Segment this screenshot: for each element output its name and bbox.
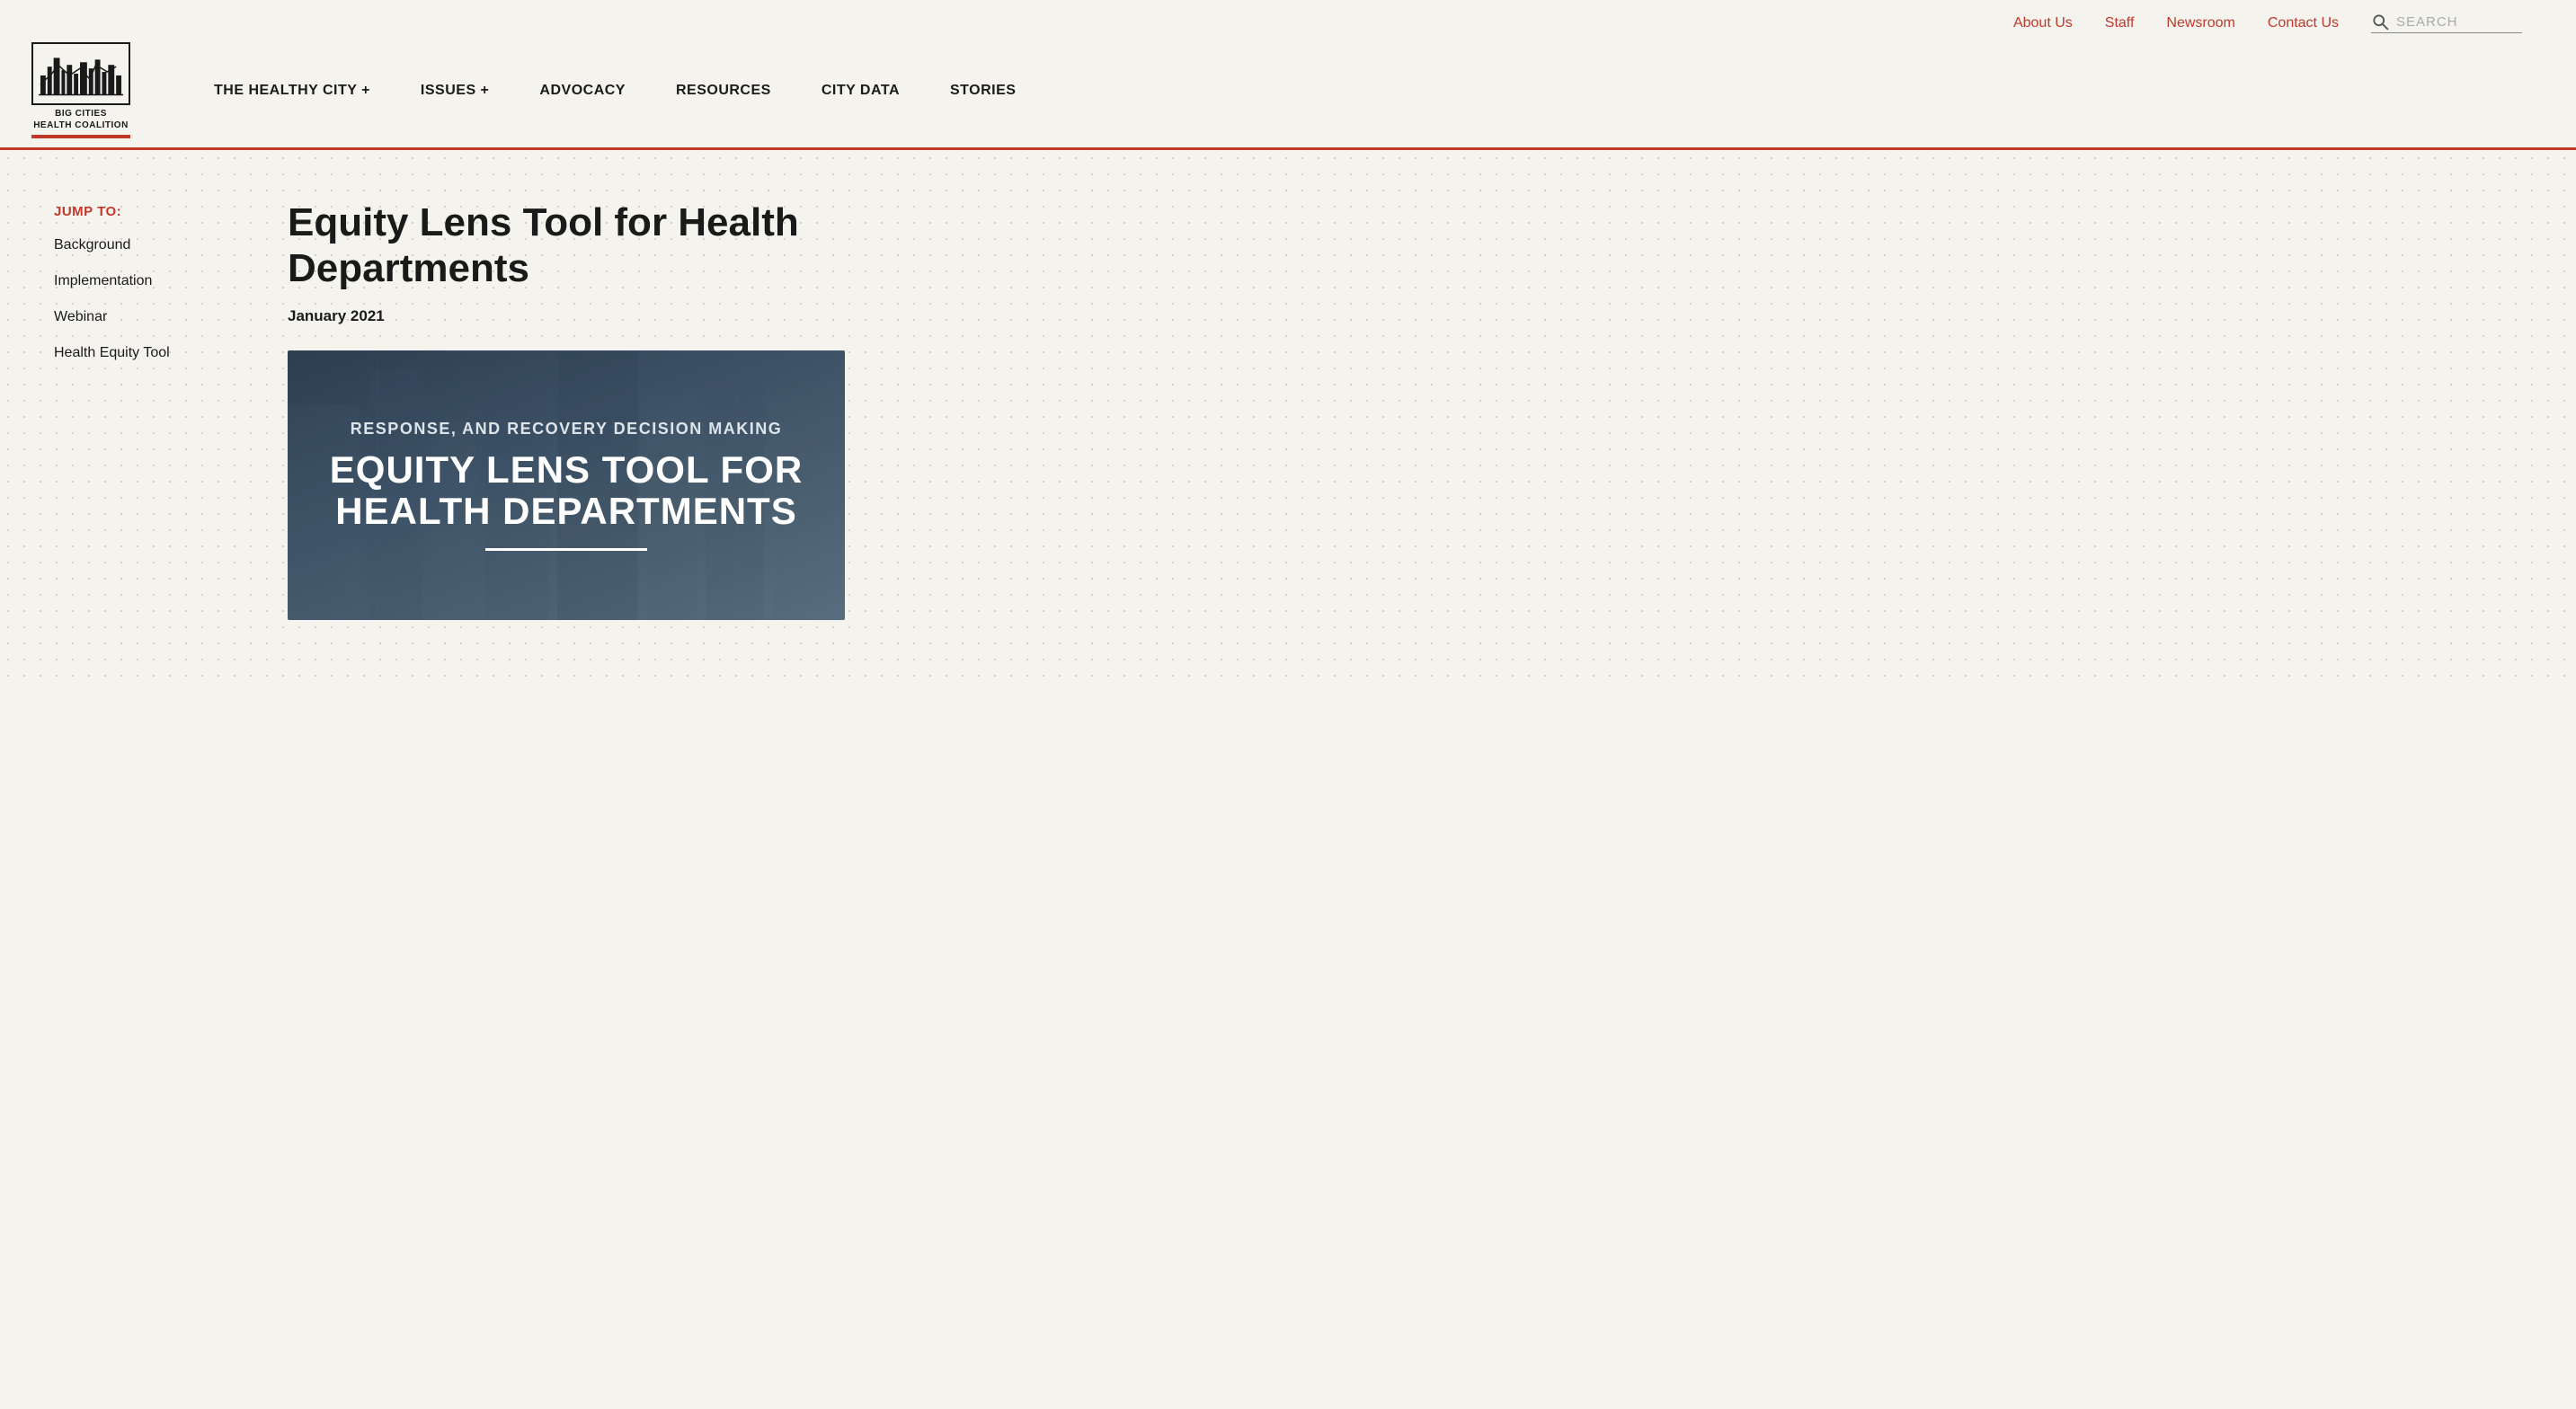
header-main: BIG CITIES HEALTH COALITION THE HEALTHY … [0,42,2576,138]
staff-link[interactable]: Staff [2105,15,2135,31]
search-icon [2371,13,2389,31]
logo-svg [39,49,123,99]
contact-us-link[interactable]: Contact Us [2268,15,2339,31]
image-card-subtitle: RESPONSE, AND RECOVERY DECISION MAKING [333,420,800,439]
top-nav: About Us Staff Newsroom Contact Us [0,0,2576,42]
nav-stories[interactable]: STORIES [925,58,1041,124]
sidebar-link-health-equity-tool[interactable]: Health Equity Tool [54,345,234,361]
content-area: JUMP TO: Background Implementation Webin… [0,150,2576,689]
nav-issues[interactable]: ISSUES [395,58,514,124]
logo-area: BIG CITIES HEALTH COALITION [27,42,135,138]
jump-to-label: JUMP TO: [54,204,234,219]
image-card-line [485,548,647,551]
image-card-title: EQUITY LENS TOOL FOR HEALTH DEPARTMENTS [312,449,821,532]
about-us-link[interactable]: About Us [2013,15,2073,31]
logo-text: BIG CITIES HEALTH COALITION [33,108,129,131]
search-input[interactable] [2396,14,2522,30]
newsroom-link[interactable]: Newsroom [2166,15,2234,31]
sidebar-links: Background Implementation Webinar Health… [54,237,234,361]
nav-healthy-city[interactable]: THE HEALTHY CITY [189,58,395,124]
logo-box [31,42,130,105]
page-date: January 2021 [288,307,2522,325]
sidebar-link-webinar[interactable]: Webinar [54,309,234,325]
nav-city-data[interactable]: CITY DATA [796,58,925,124]
page-title: Equity Lens Tool for Health Departments [288,200,917,291]
search-container [2371,13,2522,33]
sidebar-link-background[interactable]: Background [54,237,234,253]
hero-image-card: RESPONSE, AND RECOVERY DECISION MAKING E… [288,350,845,620]
logo-underline [31,135,130,138]
nav-resources[interactable]: RESOURCES [651,58,796,124]
main-nav: THE HEALTHY CITY ISSUES ADVOCACY RESOURC… [189,58,2522,124]
nav-advocacy[interactable]: ADVOCACY [514,58,651,124]
sidebar: JUMP TO: Background Implementation Webin… [54,195,234,644]
sidebar-link-implementation[interactable]: Implementation [54,273,234,289]
main-content: Equity Lens Tool for Health Departments … [288,195,2522,644]
